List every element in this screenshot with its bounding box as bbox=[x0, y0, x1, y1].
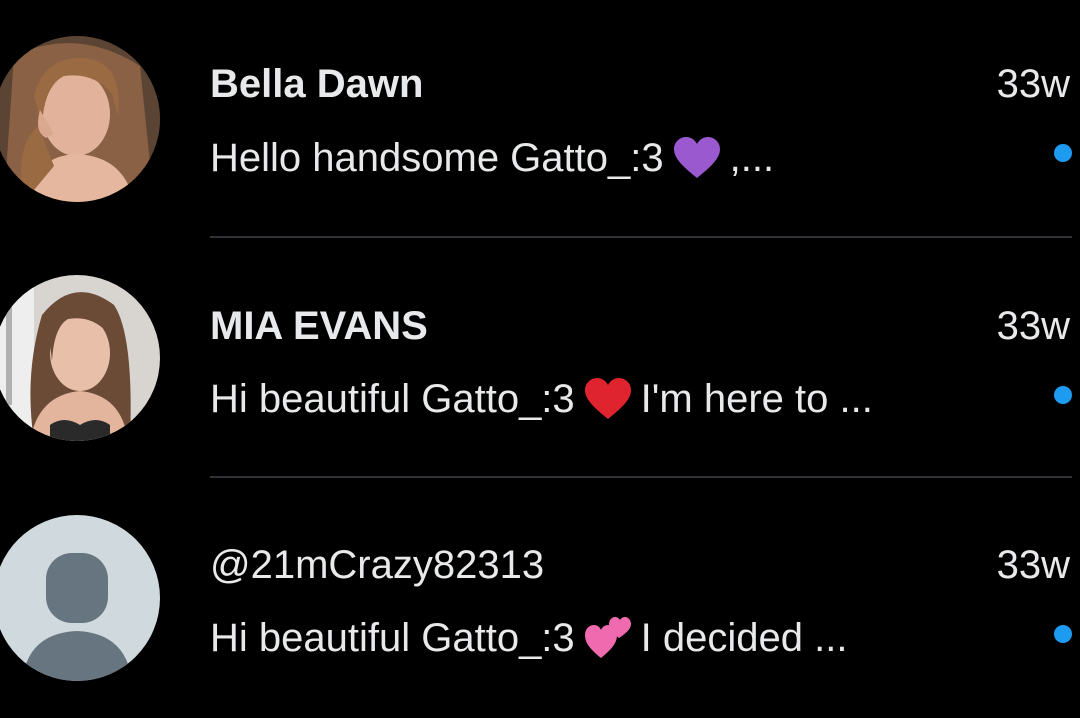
conversation-name: Bella Dawn bbox=[210, 62, 424, 106]
red-heart-icon bbox=[584, 378, 631, 419]
unread-indicator bbox=[1054, 625, 1072, 643]
unread-indicator bbox=[1054, 144, 1072, 162]
conversation-item[interactable]: @21mCrazy82313 33w Hi beautiful Gatto_:3… bbox=[0, 480, 1080, 718]
conversation-time: 33w bbox=[996, 304, 1070, 348]
divider bbox=[210, 476, 1072, 478]
preview-text: Hi beautiful Gatto_:3 bbox=[210, 377, 575, 421]
avatar[interactable] bbox=[0, 36, 160, 202]
preview-text: Hello handsome Gatto_:3 bbox=[210, 136, 664, 180]
avatar[interactable] bbox=[0, 275, 160, 441]
two-hearts-icon bbox=[584, 617, 631, 658]
conversation-time: 33w bbox=[996, 543, 1070, 587]
conversation-name: MIA EVANS bbox=[210, 304, 428, 348]
preview-text-rest: ,... bbox=[729, 136, 775, 180]
preview-text: Hi beautiful Gatto_:3 bbox=[210, 616, 575, 660]
divider bbox=[210, 236, 1072, 238]
message-preview: Hello handsome Gatto_:3 ,... bbox=[210, 136, 774, 180]
default-avatar-icon[interactable] bbox=[0, 515, 160, 681]
message-preview: Hi beautiful Gatto_:3 I'm here to ... bbox=[210, 377, 873, 421]
preview-text-rest: I decided ... bbox=[640, 616, 848, 660]
conversation-name: @21mCrazy82313 bbox=[210, 543, 545, 587]
conversation-time: 33w bbox=[996, 62, 1070, 106]
conversation-item[interactable]: MIA EVANS 33w Hi beautiful Gatto_:3 I'm … bbox=[0, 240, 1080, 478]
purple-heart-icon bbox=[673, 137, 720, 178]
message-preview: Hi beautiful Gatto_:3 I decided ... bbox=[210, 616, 847, 660]
unread-indicator bbox=[1054, 386, 1072, 404]
preview-text-rest: I'm here to ... bbox=[640, 377, 873, 421]
conversation-item[interactable]: Bella Dawn 33w Hello handsome Gatto_:3 ,… bbox=[0, 0, 1080, 238]
